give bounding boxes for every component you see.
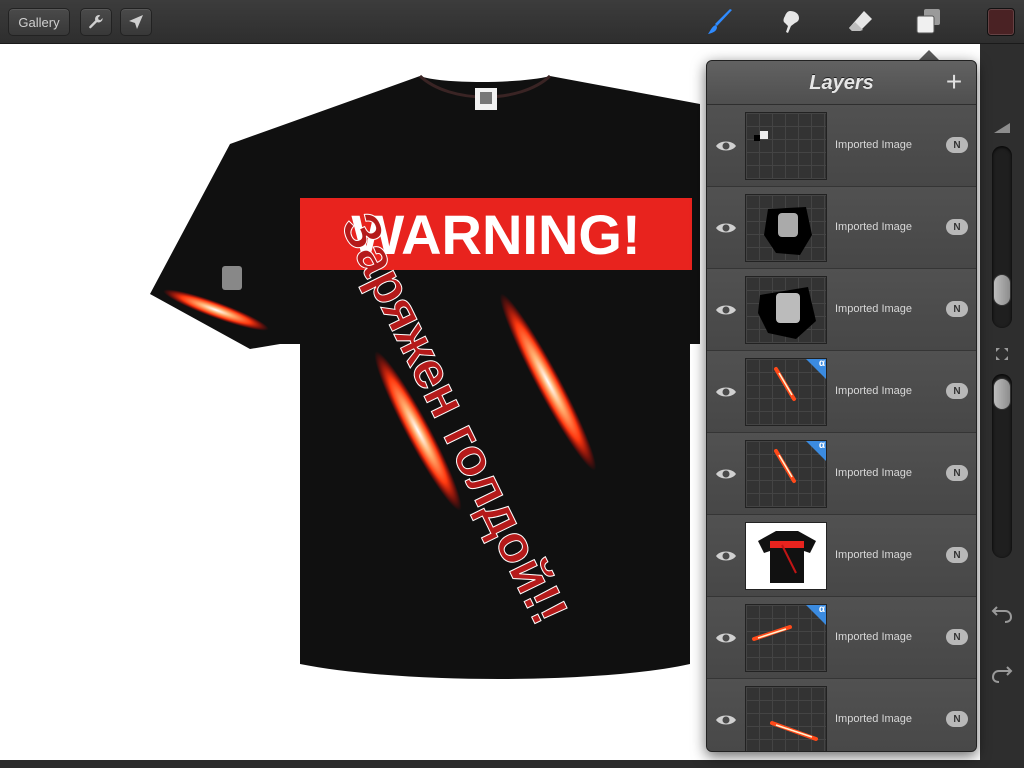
blend-mode-button[interactable]: N — [946, 629, 968, 645]
redo-icon[interactable] — [990, 662, 1014, 686]
layer-thumbnail[interactable]: α — [745, 604, 827, 672]
layer-name: Imported Image — [835, 303, 913, 315]
eye-icon[interactable] — [715, 218, 737, 238]
layer-row[interactable]: α Imported Image N — [707, 433, 976, 515]
layer-thumbnail[interactable] — [745, 686, 827, 751]
opacity-knob[interactable] — [993, 378, 1011, 410]
layer-name: Imported Image — [835, 221, 913, 233]
blend-mode-button[interactable]: N — [946, 547, 968, 563]
blend-mode-button[interactable]: N — [946, 383, 968, 399]
layer-name: Imported Image — [835, 631, 913, 643]
blend-mode-button[interactable]: N — [946, 465, 968, 481]
layer-row[interactable]: Imported Image N — [707, 515, 976, 597]
eraser-icon — [849, 11, 872, 31]
undo-icon[interactable] — [990, 602, 1014, 626]
layer-row[interactable]: α Imported Image N — [707, 597, 976, 679]
layer-thumbnail[interactable] — [745, 112, 827, 180]
layer-row[interactable]: Imported Image N — [707, 679, 976, 751]
blend-mode-button[interactable]: N — [946, 711, 968, 727]
layers-icon — [916, 9, 940, 34]
layer-thumbnail[interactable] — [745, 276, 827, 344]
layers-title: Layers — [809, 72, 874, 94]
color-swatch[interactable] — [987, 8, 1015, 36]
arrows-icon[interactable] — [990, 342, 1014, 366]
top-toolbar: Gallery — [0, 0, 1024, 44]
layer-thumbnail[interactable]: α — [745, 358, 827, 426]
procreate-app: Gallery WARNING! Заряжен голдой!! Layers… — [0, 0, 1024, 768]
blend-mode-button[interactable]: N — [946, 301, 968, 317]
add-layer-button[interactable]: + — [942, 68, 966, 96]
eye-icon[interactable] — [715, 546, 737, 566]
layer-row[interactable]: Imported Image N — [707, 269, 976, 351]
layer-name: Imported Image — [835, 467, 913, 479]
layer-name: Imported Image — [835, 713, 913, 725]
brush-icon — [708, 9, 732, 34]
layer-name: Imported Image — [835, 139, 913, 151]
gallery-button[interactable]: Gallery — [8, 8, 70, 36]
eye-icon[interactable] — [715, 628, 737, 648]
triangle-icon — [990, 116, 1014, 140]
brush-size-knob[interactable] — [993, 274, 1011, 306]
wrench-icon — [89, 15, 103, 29]
layer-thumbnail[interactable]: α — [745, 440, 827, 508]
blend-mode-button[interactable]: N — [946, 219, 968, 235]
eye-icon[interactable] — [715, 382, 737, 402]
eye-icon[interactable] — [715, 710, 737, 730]
layer-name: Imported Image — [835, 549, 913, 561]
actions-button[interactable] — [80, 8, 112, 36]
alpha-lock-symbol: α — [818, 440, 825, 451]
layer-list: Imported Image N Imported Image N Imported I… — [707, 105, 976, 751]
layer-name: Imported Image — [835, 385, 913, 397]
layers-panel: Layers + Imported Image N Imported Image N I… — [706, 60, 977, 752]
adjustments-button[interactable] — [120, 8, 152, 36]
blend-mode-button[interactable]: N — [946, 137, 968, 153]
eye-icon[interactable] — [715, 300, 737, 320]
eye-icon[interactable] — [715, 464, 737, 484]
layer-row[interactable]: Imported Image N — [707, 187, 976, 269]
layer-row[interactable]: α Imported Image N — [707, 351, 976, 433]
layer-thumbnail[interactable] — [745, 194, 827, 262]
bottom-bar — [0, 760, 1024, 768]
alpha-lock-symbol: α — [818, 358, 825, 369]
layer-thumbnail[interactable] — [745, 522, 827, 590]
arrow-icon — [129, 15, 143, 29]
alpha-lock-symbol: α — [818, 604, 825, 615]
layers-header: Layers + — [707, 61, 976, 105]
right-sidebar — [980, 44, 1024, 760]
smudge-tool[interactable] — [775, 6, 807, 38]
smudge-icon — [783, 11, 799, 33]
brush-tool[interactable] — [704, 6, 736, 38]
eye-icon[interactable] — [715, 136, 737, 156]
layer-row[interactable]: Imported Image N — [707, 105, 976, 187]
eraser-tool[interactable] — [845, 6, 877, 38]
layers-tool[interactable] — [913, 6, 945, 38]
